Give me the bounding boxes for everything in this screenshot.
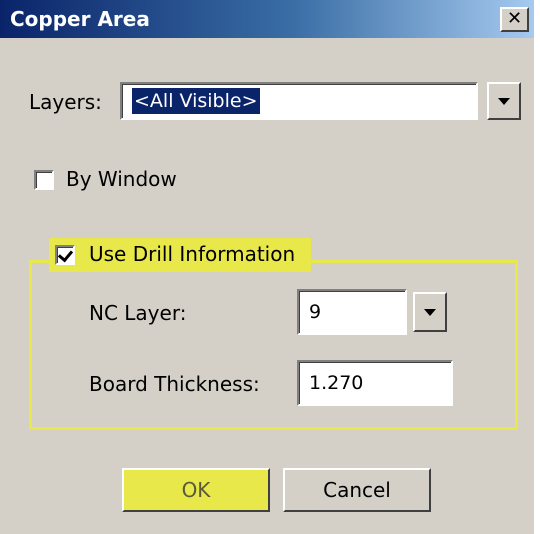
board-thickness-label: Board Thickness: xyxy=(89,372,260,396)
by-window-label[interactable]: By Window xyxy=(66,167,177,191)
chevron-down-icon xyxy=(424,309,436,316)
chevron-down-icon xyxy=(498,98,510,105)
window-title: Copper Area xyxy=(10,7,150,31)
close-icon: ✕ xyxy=(506,8,523,29)
use-drill-information-checkbox[interactable] xyxy=(55,245,75,265)
nc-layer-combobox[interactable]: 9 xyxy=(297,289,407,335)
layers-selected-value: <All Visible> xyxy=(131,87,261,115)
board-thickness-value: 1.270 xyxy=(309,372,364,394)
layers-combobox[interactable]: <All Visible> xyxy=(120,82,478,120)
ok-button[interactable]: OK xyxy=(122,468,270,512)
board-thickness-input[interactable]: 1.270 xyxy=(297,360,453,406)
copper-area-dialog: Copper Area ✕ Layers: <All Visible> By W… xyxy=(0,0,534,534)
nc-layer-label: NC Layer: xyxy=(89,301,187,325)
nc-layer-dropdown-button[interactable] xyxy=(413,292,447,332)
layers-dropdown-button[interactable] xyxy=(487,82,521,120)
layers-label: Layers: xyxy=(29,90,102,114)
by-window-checkbox[interactable] xyxy=(34,170,54,190)
use-drill-information-label[interactable]: Use Drill Information xyxy=(89,242,295,266)
close-button[interactable]: ✕ xyxy=(500,7,529,32)
nc-layer-value: 9 xyxy=(309,301,322,323)
cancel-button[interactable]: Cancel xyxy=(283,468,431,512)
checkmark-icon xyxy=(57,246,74,263)
title-bar[interactable]: Copper Area ✕ xyxy=(0,0,534,38)
